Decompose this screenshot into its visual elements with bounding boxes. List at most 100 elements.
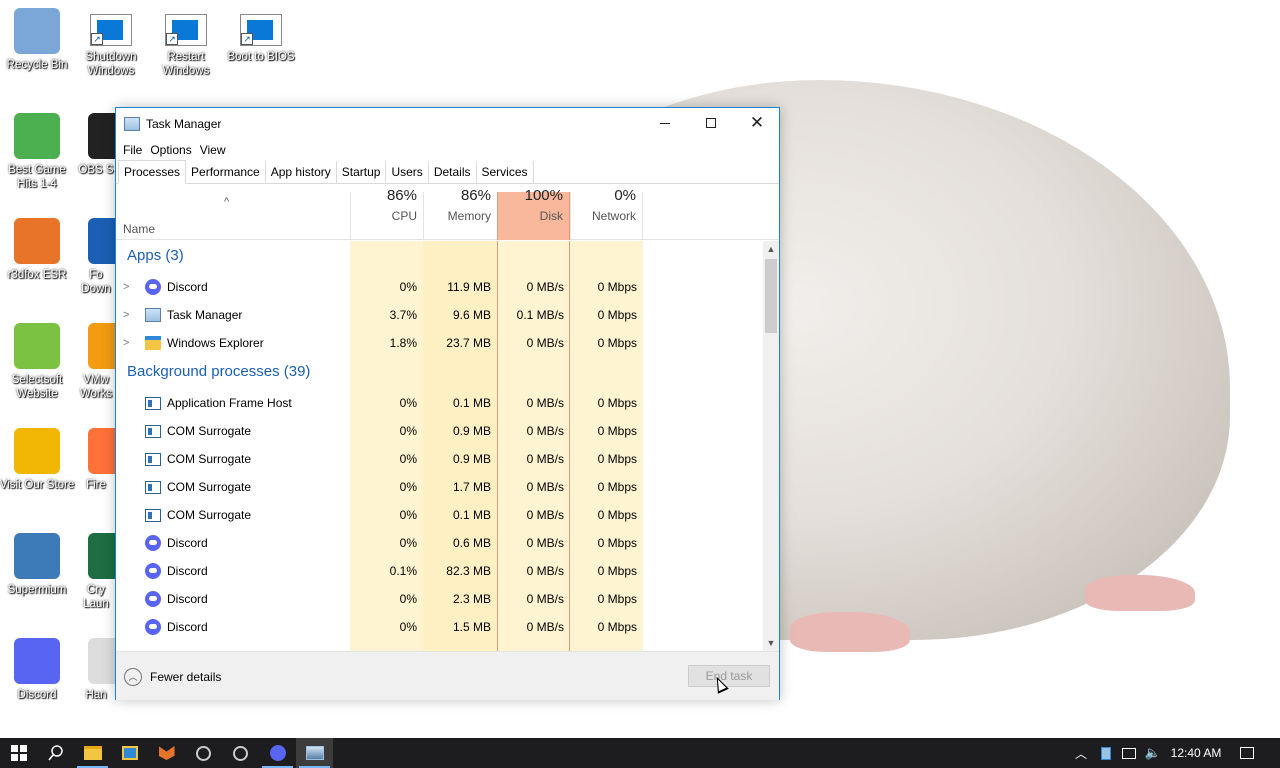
shutdown-shortcut-icon: ↗ <box>90 14 132 46</box>
column-cpu[interactable]: 86% CPU <box>350 187 423 240</box>
scrollbar-thumb[interactable] <box>765 259 777 333</box>
process-row[interactable]: Application Frame Host 0% 0.1 MB 0 MB/s 0 Mb… <box>116 389 763 417</box>
download-icon <box>88 218 118 264</box>
menu-options[interactable]: Options <box>146 143 195 157</box>
action-center-button[interactable] <box>1234 738 1260 768</box>
process-row[interactable]: COM Surrogate 0% 0.9 MB 0 MB/s 0 Mbps <box>116 417 763 445</box>
network-status[interactable] <box>1118 738 1140 768</box>
desktop-icon[interactable]: OBS S <box>74 113 118 177</box>
taskbar-app-window[interactable] <box>111 738 148 768</box>
tray-app[interactable] <box>1096 738 1116 768</box>
firefox-icon <box>88 428 118 474</box>
cpu-label: CPU <box>391 209 417 223</box>
process-row[interactable]: > Windows Explorer 1.8% 23.7 MB 0 MB/s 0 Mbps <box>116 329 763 357</box>
start-button[interactable] <box>0 738 37 768</box>
process-cpu: 0.1% <box>389 564 417 578</box>
group-header[interactable]: Apps (3) <box>116 241 763 273</box>
tab-details[interactable]: Details <box>429 161 477 183</box>
desktop-icon[interactable]: Selectsoft Website <box>0 323 75 401</box>
process-cpu: 0% <box>399 452 417 466</box>
tab-processes[interactable]: Processes <box>118 160 187 184</box>
desktop-icon-label: VMw Works <box>79 374 113 400</box>
process-row[interactable]: COM Surrogate 0% 0.9 MB 0 MB/s 0 Mbps <box>116 445 763 473</box>
search-button[interactable] <box>37 738 74 768</box>
process-row[interactable]: Discord 0% 0.6 MB 0 MB/s 0 Mbps <box>116 529 763 557</box>
taskbar-obs[interactable] <box>185 738 222 768</box>
menu-view[interactable]: View <box>196 143 230 157</box>
chevron-right-icon[interactable]: > <box>123 329 129 357</box>
wallpaper-mouse-foot <box>1085 575 1195 611</box>
desktop-icon[interactable]: Best Game Hits 1-4 <box>0 113 75 191</box>
clock[interactable]: 12:40 AM <box>1166 738 1226 768</box>
title-bar[interactable]: Task Manager ✕ <box>116 108 779 140</box>
desktop-icon[interactable]: Recycle Bin <box>0 8 75 72</box>
taskbar-task-manager[interactable] <box>296 738 333 768</box>
start-icon <box>10 745 27 761</box>
explorer-icon <box>145 336 161 350</box>
group-header[interactable]: Background processes (39) <box>116 357 763 389</box>
desktop-icon-label: Shutdown Windows <box>85 51 137 77</box>
footer-bar: ︿ Fewer details End task <box>116 651 779 700</box>
process-row[interactable]: Discord 0.1% 82.3 MB 0 MB/s 0 Mbps <box>116 557 763 585</box>
volume-control[interactable]: 🔈 <box>1142 738 1164 768</box>
process-row[interactable]: > Task Manager 3.7% 9.6 MB 0.1 MB/s 0 Mbps <box>116 301 763 329</box>
task-manager-icon <box>124 117 140 131</box>
discord-icon <box>14 638 60 684</box>
process-name: COM Surrogate <box>167 508 252 522</box>
scroll-up-icon[interactable]: ▲ <box>763 241 779 257</box>
desktop-icon[interactable]: r3dfox ESR <box>0 218 75 282</box>
chevron-right-icon[interactable]: > <box>123 301 129 329</box>
disk-label: Disk <box>539 209 563 223</box>
end-task-button[interactable]: End task <box>688 665 770 687</box>
process-memory: 0.6 MB <box>452 536 491 550</box>
column-network[interactable]: 0% Network <box>570 187 643 240</box>
tab-startup[interactable]: Startup <box>337 161 387 183</box>
process-row[interactable]: Discord 0% 2.3 MB 0 MB/s 0 Mbps <box>116 585 763 613</box>
taskbar-file-explorer[interactable] <box>74 738 111 768</box>
desktop-icon-label: OBS S <box>78 164 114 176</box>
process-row[interactable]: COM Surrogate 0% 0.1 MB 0 MB/s 0 Mbps <box>116 501 763 529</box>
minimize-button[interactable] <box>642 108 688 138</box>
taskbar-obs-alt[interactable] <box>222 738 259 768</box>
tray-overflow-button[interactable]: ︿ <box>1070 738 1092 768</box>
column-memory[interactable]: 86% Memory <box>423 187 497 240</box>
taskbar: ︿ 🔈 12:40 AM <box>0 738 1280 768</box>
desktop-icon-label: Supermium <box>7 584 67 596</box>
tab-performance[interactable]: Performance <box>186 161 266 183</box>
maximize-button[interactable] <box>688 108 734 138</box>
column-disk[interactable]: 100% Disk <box>497 187 570 240</box>
desktop-icon[interactable]: Visit Our Store <box>0 428 75 492</box>
process-row[interactable]: COM Surrogate 0% 1.7 MB 0 MB/s 0 Mbps <box>116 473 763 501</box>
desktop-icon[interactable]: Supermium <box>0 533 75 597</box>
window-icon <box>145 481 161 494</box>
taskbar-fox-browser[interactable] <box>148 738 185 768</box>
desktop-icon[interactable]: ↗ Shutdown Windows <box>73 8 149 78</box>
column-name[interactable]: Name <box>123 222 155 236</box>
taskbar-discord[interactable] <box>259 738 296 768</box>
desktop-icon[interactable]: VMw Works <box>74 323 118 401</box>
process-cpu: 0% <box>399 480 417 494</box>
process-disk: 0 MB/s <box>526 480 564 494</box>
tab-users[interactable]: Users <box>386 161 429 183</box>
desktop-icon[interactable]: ↗ Restart Windows <box>148 8 224 78</box>
network-label: Network <box>591 209 636 223</box>
close-button[interactable]: ✕ <box>734 108 780 138</box>
process-row[interactable]: > Discord 0% 11.9 MB 0 MB/s 0 Mbps <box>116 273 763 301</box>
sort-chevron-up-icon[interactable]: ^ <box>224 196 229 208</box>
tab-services[interactable]: Services <box>477 161 534 183</box>
menu-file[interactable]: File <box>119 143 146 157</box>
chevron-right-icon[interactable]: > <box>123 273 129 301</box>
process-row[interactable]: Discord 0% 1.5 MB 0 MB/s 0 Mbps <box>116 613 763 641</box>
desktop-icon-label: Selectsoft Website <box>11 374 63 400</box>
desktop-icon[interactable]: ↗ Boot to BIOS <box>223 8 299 64</box>
scroll-down-icon[interactable]: ▼ <box>763 635 779 651</box>
memory-label: Memory <box>447 209 491 223</box>
desktop-icon[interactable]: Han <box>74 638 118 702</box>
fewer-details-link[interactable]: ︿ Fewer details <box>124 668 221 686</box>
tab-app-history[interactable]: App history <box>266 161 337 183</box>
desktop-icon[interactable]: Discord <box>0 638 75 702</box>
desktop-icon[interactable]: Cry Laun <box>74 533 118 611</box>
desktop-icon[interactable]: Fire <box>74 428 118 492</box>
vertical-scrollbar[interactable]: ▲ ▼ <box>763 241 779 651</box>
desktop-icon[interactable]: Fo Down <box>74 218 118 296</box>
